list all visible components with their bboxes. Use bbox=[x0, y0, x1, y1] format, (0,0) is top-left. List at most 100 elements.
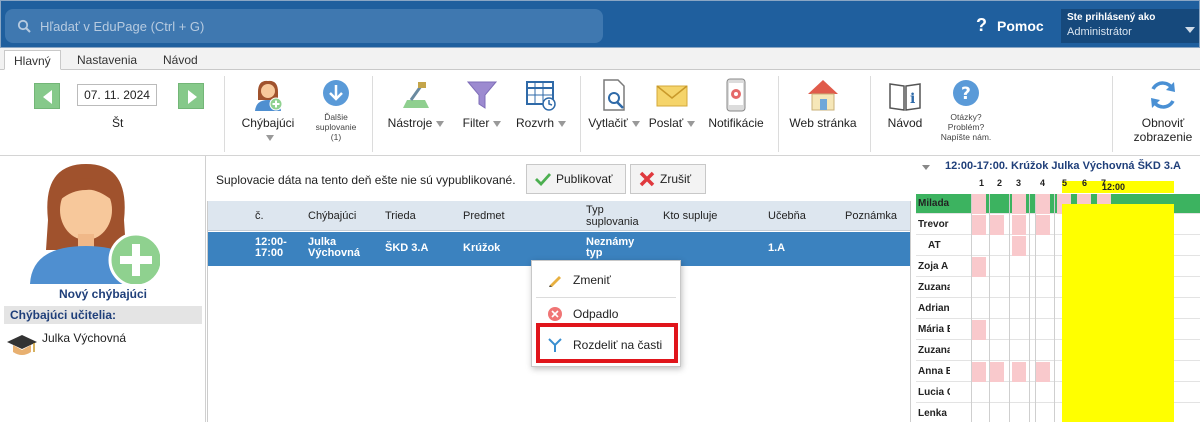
period-6: 6 bbox=[1082, 178, 1088, 188]
publish-label: Publikovať bbox=[556, 172, 613, 186]
prev-day-button[interactable] bbox=[34, 83, 60, 109]
tools-label: Nástroje bbox=[387, 116, 433, 130]
cancel-button[interactable]: Zrušiť bbox=[630, 164, 706, 194]
grid-teacher-name: Milada bbox=[918, 198, 950, 209]
period-5: 5 bbox=[1062, 178, 1068, 188]
user-menu[interactable]: Ste prihlásený ako Administrátor bbox=[1061, 9, 1199, 43]
row-room: 1.A bbox=[768, 242, 786, 254]
grid-teacher-name: Zuzana bbox=[918, 282, 950, 293]
print-preview-icon bbox=[603, 79, 625, 111]
cancel-label: Zrušiť bbox=[660, 172, 692, 186]
day-label: Št bbox=[112, 116, 124, 130]
question-circle-icon: ? bbox=[953, 80, 979, 106]
person-add-icon bbox=[255, 80, 283, 111]
col-note[interactable]: Poznámka bbox=[845, 210, 897, 222]
book-info-icon: i bbox=[889, 83, 921, 111]
row-type: Neznámy typ bbox=[586, 237, 634, 259]
col-type-l2: suplovania bbox=[586, 216, 639, 228]
filter-button[interactable]: Filter bbox=[456, 78, 508, 130]
grid-teacher-name: Mária E bbox=[918, 324, 950, 335]
notifications-button[interactable]: Notifikácie bbox=[704, 78, 768, 130]
questions-l3: Napíšte nám. bbox=[940, 132, 992, 142]
col-number[interactable]: č. bbox=[255, 210, 264, 222]
envelope-icon bbox=[656, 85, 688, 107]
new-absent-avatar-icon[interactable] bbox=[26, 160, 160, 284]
more-substitution-button[interactable]: Ďalšie suplovanie (1) bbox=[310, 78, 362, 142]
publish-button[interactable]: Publikovať bbox=[526, 164, 626, 194]
user-role: Administrátor bbox=[1067, 26, 1132, 38]
phone-notification-icon bbox=[726, 78, 746, 112]
house-icon bbox=[808, 80, 838, 111]
absent-teacher-item[interactable]: Julka Výchovná bbox=[42, 331, 126, 345]
col-absent[interactable]: Chýbajúci bbox=[308, 210, 356, 222]
menu-separator bbox=[536, 297, 676, 298]
tools-button[interactable]: Nástroje bbox=[384, 78, 448, 130]
tab-navod[interactable]: Návod bbox=[154, 50, 207, 70]
top-bar: Hľadať v EduPage (Ctrl + G) ? Pomoc Ste … bbox=[0, 0, 1200, 48]
unpublished-message: Suplovacie dáta na tento deň ešte nie sú… bbox=[216, 173, 516, 187]
timetable-button[interactable]: Rozvrh bbox=[512, 78, 570, 130]
help-label: Pomoc bbox=[997, 17, 1044, 34]
row-time-l2: 17:00 bbox=[255, 247, 284, 259]
col-type-l1: Typ bbox=[586, 204, 604, 216]
grid-teacher-name: Anna B bbox=[918, 366, 950, 377]
user-line1: Ste prihlásený ako bbox=[1067, 12, 1156, 23]
close-icon bbox=[639, 171, 655, 187]
row-absent-l2: Výchovná bbox=[308, 247, 360, 259]
ribbon-toolbar: 07. 11. 2024 Št Chýbajúci Ďalšie suplova… bbox=[0, 70, 1200, 156]
teacher-schedule-grid: 12:00-17:00. Krúžok Julka Výchovná ŠKD 3… bbox=[912, 156, 1200, 422]
arrow-left-icon bbox=[43, 90, 52, 104]
print-button[interactable]: Vytlačiť bbox=[584, 78, 644, 130]
grid-title: 12:00-17:00. Krúžok Julka Výchovná ŠKD 3… bbox=[945, 160, 1181, 172]
col-substitute[interactable]: Kto supluje bbox=[663, 210, 717, 222]
print-label: Vytlačiť bbox=[588, 116, 628, 130]
more-substitution-l1: Ďalšie bbox=[324, 112, 348, 122]
next-day-button[interactable] bbox=[178, 83, 204, 109]
send-button[interactable]: Poslať bbox=[648, 78, 696, 130]
more-substitution-l3: (1) bbox=[330, 132, 342, 142]
left-panel: Nový chýbajúci Chýbajúci učitelia: Julka… bbox=[0, 156, 206, 422]
questions-l1: Otázky? bbox=[950, 112, 982, 122]
question-icon: ? bbox=[976, 15, 987, 35]
new-absent-link[interactable]: Nový chýbajúci bbox=[0, 287, 206, 301]
search-icon bbox=[17, 19, 31, 33]
absent-button[interactable]: Chýbajúci bbox=[236, 78, 300, 144]
col-subject[interactable]: Predmet bbox=[463, 210, 505, 222]
row-class: ŠKD 3.A bbox=[385, 242, 429, 254]
guide-button[interactable]: i Návod bbox=[882, 78, 928, 130]
period-2: 2 bbox=[997, 178, 1003, 188]
notifications-label: Notifikácie bbox=[708, 116, 764, 130]
date-field[interactable]: 07. 11. 2024 bbox=[77, 84, 157, 106]
col-class[interactable]: Trieda bbox=[385, 210, 416, 222]
highlight-frame bbox=[536, 323, 678, 363]
menu-item-change-label: Zmeniť bbox=[573, 273, 611, 287]
tab-hlavny[interactable]: Hlavný bbox=[4, 50, 61, 70]
period-3: 3 bbox=[1016, 178, 1022, 188]
questions-l2: Problém? bbox=[947, 122, 985, 132]
calendar-clock-icon bbox=[526, 81, 556, 111]
grid-teacher-name: Zuzana bbox=[918, 345, 950, 356]
refresh-button[interactable]: Obnoviť zobrazenie bbox=[1128, 78, 1198, 144]
absent-teachers-header: Chýbajúci učitelia: bbox=[4, 306, 202, 324]
more-substitution-l2: suplovanie bbox=[315, 122, 357, 132]
help-button[interactable]: ? Pomoc bbox=[976, 15, 1044, 36]
check-icon bbox=[535, 173, 551, 186]
menu-item-change[interactable]: Zmeniť bbox=[532, 267, 680, 293]
menu-item-cancelled-label: Odpadlo bbox=[573, 307, 619, 321]
svg-text:i: i bbox=[910, 91, 915, 107]
tab-nastavenia[interactable]: Nastavenia bbox=[68, 50, 146, 70]
timetable-label: Rozvrh bbox=[515, 116, 554, 130]
website-button[interactable]: Web stránka bbox=[786, 78, 860, 130]
search-input[interactable]: Hľadať v EduPage (Ctrl + G) bbox=[5, 9, 603, 43]
filter-icon bbox=[466, 81, 498, 109]
questions-button[interactable]: ? Otázky? Problém? Napíšte nám. bbox=[934, 78, 998, 142]
grid-teacher-name: Trevor bbox=[918, 219, 949, 230]
guide-label: Návod bbox=[887, 116, 923, 130]
row-time: 12:00- 17:00 bbox=[255, 237, 287, 259]
collapse-triangle-icon[interactable] bbox=[922, 165, 930, 170]
row-absent: Julka Výchovná bbox=[308, 237, 360, 259]
col-room[interactable]: Učebňa bbox=[768, 210, 806, 222]
svg-text:?: ? bbox=[961, 84, 971, 104]
col-type[interactable]: Typ suplovania bbox=[586, 204, 639, 228]
chevron-down-icon bbox=[1185, 27, 1195, 33]
